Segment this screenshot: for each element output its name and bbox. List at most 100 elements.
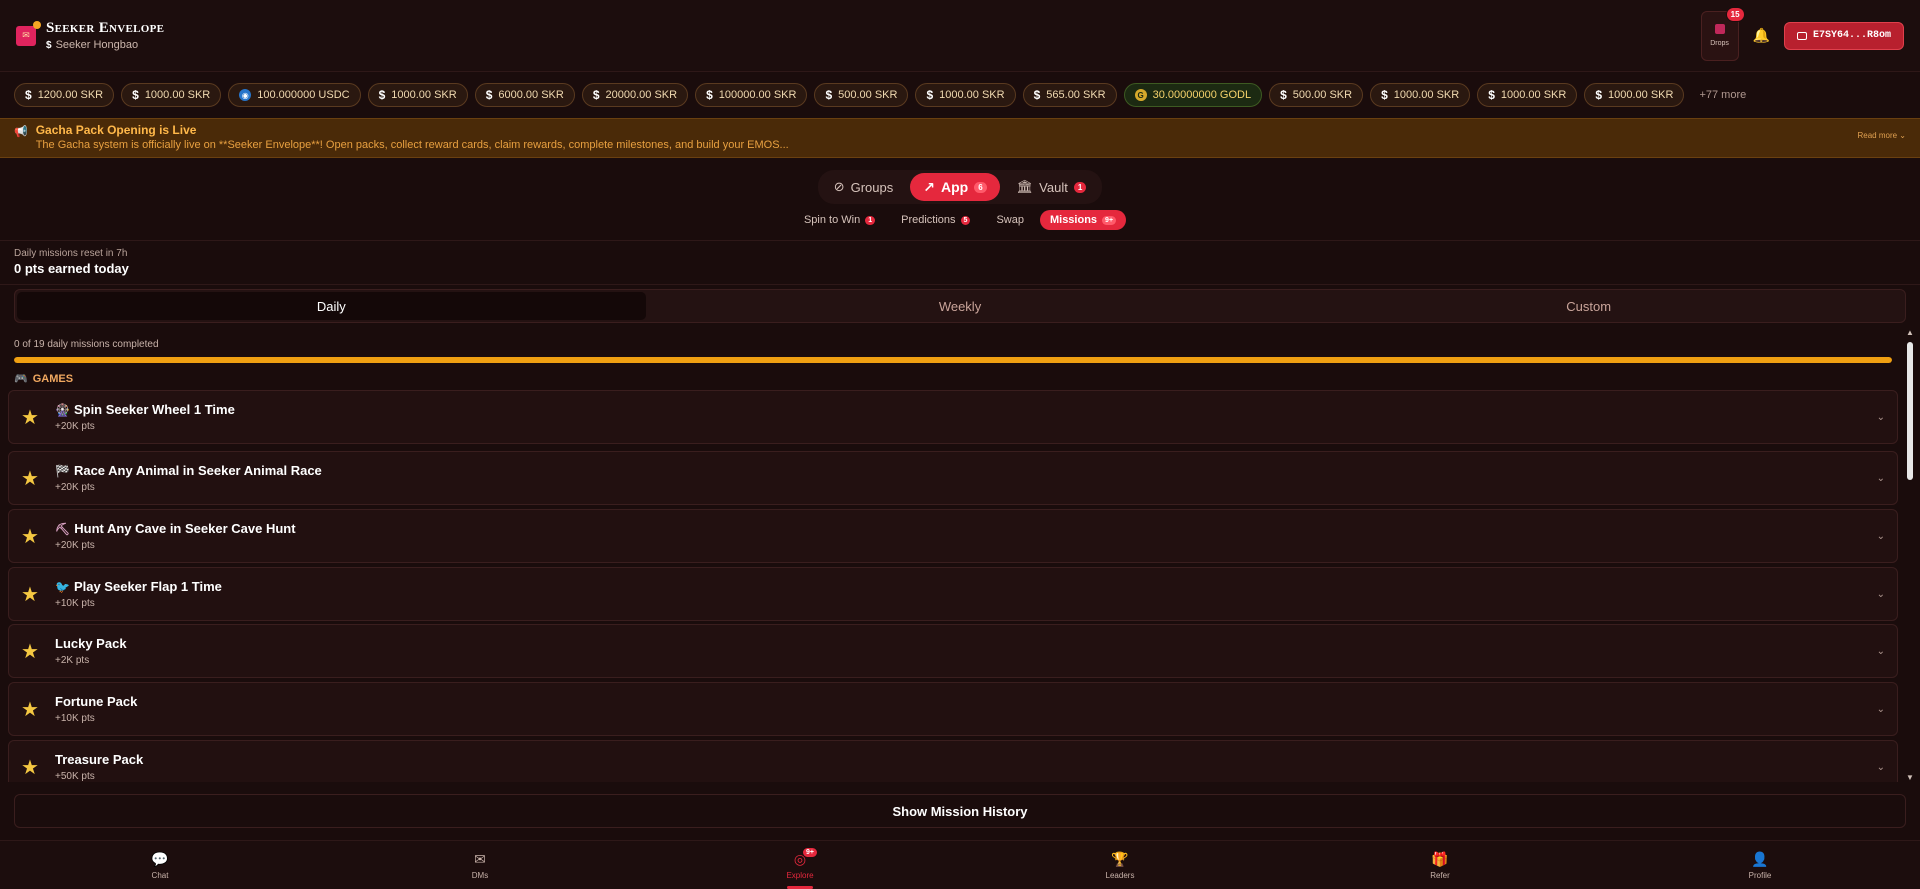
token-chip[interactable]: $1000.00 SKR [1370, 83, 1471, 107]
mission-item[interactable]: ★ Lucky Pack +2K pts ⌄ [8, 624, 1898, 678]
scroll-up-arrow-icon[interactable]: ▲ [1906, 328, 1914, 337]
period-tab-daily[interactable]: Daily [17, 292, 646, 320]
drops-label: Drops [1710, 40, 1729, 47]
chevron-down-icon[interactable]: ⌄ [1877, 531, 1885, 542]
mission-item[interactable]: ★ ⛏ Hunt Any Cave in Seeker Cave Hunt +20K … [8, 509, 1898, 563]
token-chip[interactable]: $1000.00 SKR [1477, 83, 1578, 107]
mission-points: +20K pts [55, 482, 95, 493]
skr-icon: $ [706, 88, 713, 102]
chevron-down-icon[interactable]: ⌄ [1877, 762, 1885, 773]
token-amount: 500.00 SKR [838, 89, 898, 101]
nav-refer[interactable]: 🎁 Refer [1280, 841, 1600, 889]
token-chip[interactable]: $1000.00 SKR [915, 83, 1016, 107]
nav-leaders[interactable]: 🏆 Leaders [960, 841, 1280, 889]
token-chip[interactable]: $6000.00 SKR [474, 83, 575, 107]
mission-item[interactable]: ★ Treasure Pack +50K pts ⌄ [8, 740, 1898, 782]
star-icon: ★ [21, 640, 39, 663]
app-subtitle-text: Seeker Hongbao [55, 39, 139, 51]
mail-icon: ✉ [474, 850, 486, 867]
mission-title: 🏁 Race Any Animal in Seeker Animal Race [55, 463, 322, 478]
chevron-down-icon[interactable]: ⌄ [1877, 589, 1885, 600]
wallet-icon [1796, 31, 1807, 40]
skr-icon: $ [1488, 88, 1495, 102]
drops-cube-icon [1714, 24, 1725, 34]
chevron-down-icon[interactable]: ⌄ [1877, 412, 1885, 423]
skr-icon: $ [378, 88, 386, 102]
skr-icon: $ [1033, 88, 1041, 102]
skr-icon: $ [592, 88, 600, 102]
subtab-spin-to-win[interactable]: Spin to Win 1 [794, 210, 885, 230]
show-mission-history-button[interactable]: Show Mission History [14, 794, 1906, 828]
sub-tabs: Spin to Win 1 Predictions 5 Swap Missions 9+ [0, 210, 1920, 230]
mission-item[interactable]: ★ 🏁 Race Any Animal in Seeker Animal Race +… [8, 451, 1898, 505]
gamepad-icon: 🎮 [14, 373, 28, 385]
read-more-link[interactable]: Read more ⌄ [1858, 131, 1907, 140]
mission-item[interactable]: ★ 🐦 Play Seeker Flap 1 Time +10K pts ⌄ [8, 567, 1898, 621]
subtab-badge: 9+ [1102, 215, 1117, 225]
tab-badge: 1 [1073, 181, 1087, 193]
subtab-label: Swap [996, 214, 1024, 226]
nav-label: Profile [1748, 870, 1772, 880]
tab-groups[interactable]: ⊘ Groups [821, 173, 907, 201]
more-tokens-link[interactable]: +77 more [1699, 89, 1746, 101]
period-tab-custom[interactable]: Custom [1274, 292, 1903, 320]
drops-button[interactable]: Drops 15 [1700, 6, 1745, 61]
scrollbar[interactable]: ▲ ▼ [1904, 328, 1916, 782]
chevron-down-icon[interactable]: ⌄ [1877, 704, 1885, 715]
app-title: Seeker Envelope [46, 20, 165, 36]
tab-app[interactable]: ↗ App 6 [910, 173, 1000, 201]
nav-explore[interactable]: ◎ Explore 9+ [640, 841, 960, 889]
nav-label: Chat [151, 870, 169, 880]
points-today: 0 pts earned today [14, 261, 129, 276]
token-chip[interactable]: $100000.00 SKR [695, 83, 808, 107]
token-chip[interactable]: G 30.00000000 GODL [1123, 83, 1263, 107]
token-chip[interactable]: ◉ 100.000000 USDC [228, 83, 361, 107]
bell-icon[interactable]: 🔔 [1753, 27, 1770, 44]
scroll-down-arrow-icon[interactable]: ▼ [1906, 773, 1914, 782]
nav-profile[interactable]: 👤 Profile [1600, 841, 1920, 889]
mission-info: 🏁 Race Any Animal in Seeker Animal Race +2… [55, 463, 322, 493]
nav-dms[interactable]: ✉ DMs [320, 841, 640, 889]
subtab-swap[interactable]: Swap [986, 210, 1034, 230]
token-chip[interactable]: $1000.00 SKR [367, 83, 468, 107]
star-icon: ★ [21, 756, 39, 779]
token-amount: 500.00 SKR [1292, 89, 1353, 101]
main-tabs: ⊘ Groups ↗ App 6 🏛 Vault 1 [0, 170, 1920, 204]
subtab-badge: 5 [960, 215, 971, 225]
token-chip[interactable]: $500.00 SKR [1269, 83, 1364, 107]
envelope-icon: ✉ [22, 30, 30, 40]
mission-emoji-icon: ⛏ [55, 521, 71, 536]
mission-title-text: Lucky Pack [55, 636, 127, 651]
token-chip[interactable]: $565.00 SKR [1022, 83, 1117, 107]
app-logo[interactable]: ✉ [16, 20, 41, 46]
subtab-badge: 1 [865, 215, 876, 225]
subtab-missions[interactable]: Missions 9+ [1039, 210, 1127, 230]
scrollbar-thumb[interactable] [1907, 342, 1913, 480]
subtab-label: Predictions [901, 214, 956, 226]
chevron-down-icon[interactable]: ⌄ [1877, 646, 1885, 657]
user-icon: 👤 [1751, 850, 1769, 867]
token-chip[interactable]: $1200.00 SKR [14, 83, 115, 107]
token-chip[interactable]: $20000.00 SKR [581, 83, 689, 107]
divider [0, 284, 1920, 285]
tab-vault[interactable]: 🏛 Vault 1 [1004, 173, 1100, 201]
token-chip[interactable]: $500.00 SKR [814, 83, 909, 107]
mission-info: 🐦 Play Seeker Flap 1 Time +10K pts [55, 579, 222, 609]
mission-points: +10K pts [55, 713, 95, 724]
godl-icon: G [1134, 89, 1147, 101]
dollar-icon: $ [46, 39, 52, 51]
mission-item[interactable]: ★ 🎡 Spin Seeker Wheel 1 Time +20K pts ⌄ [8, 390, 1898, 444]
section-label-games: 🎮 GAMES [14, 372, 73, 386]
nav-chat[interactable]: 💬 Chat [0, 841, 320, 889]
mission-item[interactable]: ★ Fortune Pack +10K pts ⌄ [8, 682, 1898, 736]
period-tab-weekly[interactable]: Weekly [646, 292, 1275, 320]
skr-icon: $ [825, 88, 833, 102]
wallet-button[interactable]: E7SY64...R8om [1783, 21, 1904, 50]
nav-label: DMs [471, 870, 489, 880]
mission-info: 🎡 Spin Seeker Wheel 1 Time +20K pts [55, 402, 235, 432]
token-chip[interactable]: $1000.00 SKR [121, 83, 222, 107]
chevron-down-icon[interactable]: ⌄ [1877, 473, 1885, 484]
announcement-banner: 📢 Gacha Pack Opening is Live The Gacha s… [0, 118, 1920, 158]
subtab-predictions[interactable]: Predictions 5 [891, 210, 980, 230]
token-chip[interactable]: $1000.00 SKR [1584, 83, 1685, 107]
